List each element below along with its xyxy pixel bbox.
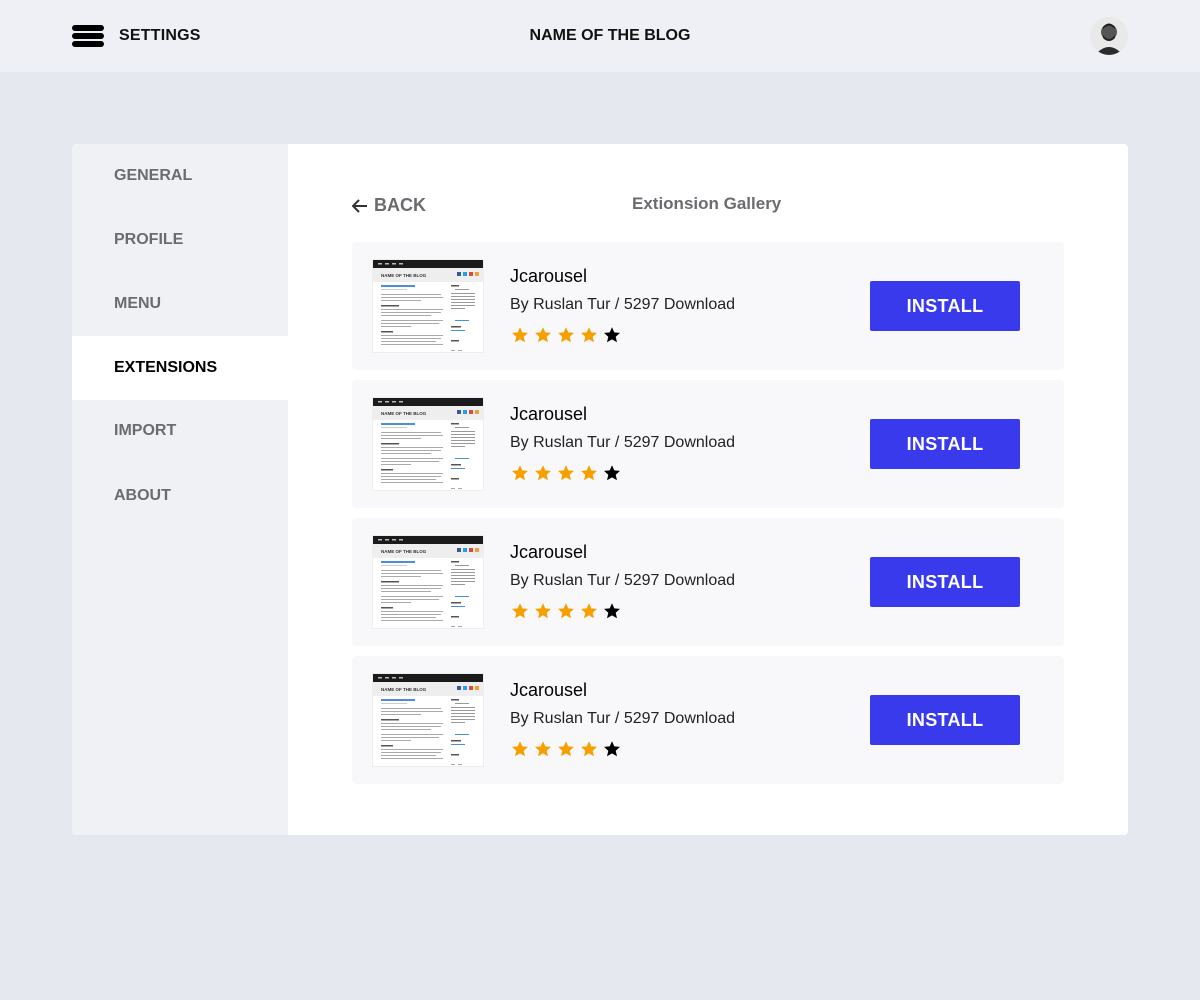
svg-text:NAME OF THE BLOG: NAME OF THE BLOG xyxy=(381,273,427,278)
sidebar-item-label: GENERAL xyxy=(114,167,193,184)
star-filled-icon[interactable] xyxy=(534,740,552,758)
avatar-icon xyxy=(1090,17,1128,55)
star-filled-icon[interactable] xyxy=(511,326,529,344)
arrow-left-icon xyxy=(352,198,367,213)
extension-thumbnail: NAME OF THE BLOG xyxy=(372,673,484,767)
star-filled-icon[interactable] xyxy=(534,602,552,620)
extension-meta: By Ruslan Tur / 5297 Download xyxy=(510,434,736,451)
blog-thumbnail-image: NAME OF THE BLOG xyxy=(373,674,483,766)
sidebar-item-import[interactable]: IMPORT xyxy=(72,399,288,463)
sidebar-item-about[interactable]: ABOUT xyxy=(72,464,288,528)
extension-row: NAME OF THE BLOG Jcarousel By Ruslan Tur… xyxy=(352,518,1064,646)
sidebar-item-label: ABOUT xyxy=(114,487,171,504)
star-filled-icon[interactable] xyxy=(557,464,575,482)
extension-name: Jcarousel xyxy=(510,404,588,424)
install-button[interactable]: INSTALL xyxy=(870,557,1020,607)
sidebar-item-label: PROFILE xyxy=(114,231,184,248)
rating-stars xyxy=(511,464,621,482)
svg-text:NAME OF THE BLOG: NAME OF THE BLOG xyxy=(381,411,427,416)
top-bar: SETTINGS NAME OF THE BLOG xyxy=(0,0,1200,72)
sidebar-item-menu[interactable]: MENU xyxy=(72,272,288,336)
install-button[interactable]: INSTALL xyxy=(870,695,1020,745)
extension-name: Jcarousel xyxy=(510,680,588,700)
sidebar-item-general[interactable]: GENERAL xyxy=(72,144,288,208)
extension-meta: By Ruslan Tur / 5297 Download xyxy=(510,710,736,727)
extension-name: Jcarousel xyxy=(510,542,588,562)
star-empty-icon[interactable] xyxy=(603,464,621,482)
star-filled-icon[interactable] xyxy=(511,602,529,620)
star-filled-icon[interactable] xyxy=(580,326,598,344)
star-filled-icon[interactable] xyxy=(580,740,598,758)
extension-meta: By Ruslan Tur / 5297 Download xyxy=(510,296,736,313)
star-filled-icon[interactable] xyxy=(511,740,529,758)
install-button[interactable]: INSTALL xyxy=(870,419,1020,469)
star-filled-icon[interactable] xyxy=(534,326,552,344)
star-filled-icon[interactable] xyxy=(557,740,575,758)
extension-thumbnail: NAME OF THE BLOG xyxy=(372,397,484,491)
sidebar-item-label: IMPORT xyxy=(114,422,177,439)
extension-thumbnail: NAME OF THE BLOG xyxy=(372,535,484,629)
extension-meta: By Ruslan Tur / 5297 Download xyxy=(510,572,736,589)
rating-stars xyxy=(511,602,621,620)
extension-name: Jcarousel xyxy=(510,266,588,286)
extension-row: NAME OF THE BLOG Jcarousel By Ruslan Tur… xyxy=(352,380,1064,508)
extension-row: NAME OF THE BLOG Jcarousel By Ruslan Tur… xyxy=(352,656,1064,784)
sidebar-item-profile[interactable]: PROFILE xyxy=(72,208,288,272)
extension-row: NAME OF THE BLOG Jcarousel By Ruslan Tur… xyxy=(352,242,1064,370)
star-filled-icon[interactable] xyxy=(557,602,575,620)
star-filled-icon[interactable] xyxy=(580,464,598,482)
star-filled-icon[interactable] xyxy=(534,464,552,482)
star-empty-icon[interactable] xyxy=(603,326,621,344)
sidebar: GENERAL PROFILE MENU EXTENSIONS IMPORT A… xyxy=(72,144,288,835)
rating-stars xyxy=(511,326,621,344)
user-avatar[interactable] xyxy=(1090,17,1128,55)
sidebar-item-label: MENU xyxy=(114,295,162,312)
blog-title: NAME OF THE BLOG xyxy=(529,27,691,44)
gallery-title: Extionsion Gallery xyxy=(632,194,782,213)
back-label: BACK xyxy=(374,195,426,215)
star-empty-icon[interactable] xyxy=(603,602,621,620)
blog-thumbnail-image: NAME OF THE BLOG xyxy=(373,536,483,628)
star-filled-icon[interactable] xyxy=(557,326,575,344)
svg-text:NAME OF THE BLOG: NAME OF THE BLOG xyxy=(381,549,427,554)
blog-thumbnail-image: NAME OF THE BLOG xyxy=(373,260,483,352)
settings-card: GENERAL PROFILE MENU EXTENSIONS IMPORT A… xyxy=(72,144,1128,835)
install-button[interactable]: INSTALL xyxy=(870,281,1020,331)
svg-text:NAME OF THE BLOG: NAME OF THE BLOG xyxy=(381,687,427,692)
extension-thumbnail: NAME OF THE BLOG xyxy=(372,259,484,353)
sidebar-item-extensions[interactable]: EXTENSIONS xyxy=(72,336,288,400)
back-button[interactable]: BACK xyxy=(352,195,426,216)
star-empty-icon[interactable] xyxy=(603,740,621,758)
blog-thumbnail-image: NAME OF THE BLOG xyxy=(373,398,483,490)
star-filled-icon[interactable] xyxy=(580,602,598,620)
rating-stars xyxy=(511,740,621,758)
star-filled-icon[interactable] xyxy=(511,464,529,482)
sidebar-item-label: EXTENSIONS xyxy=(114,359,218,376)
